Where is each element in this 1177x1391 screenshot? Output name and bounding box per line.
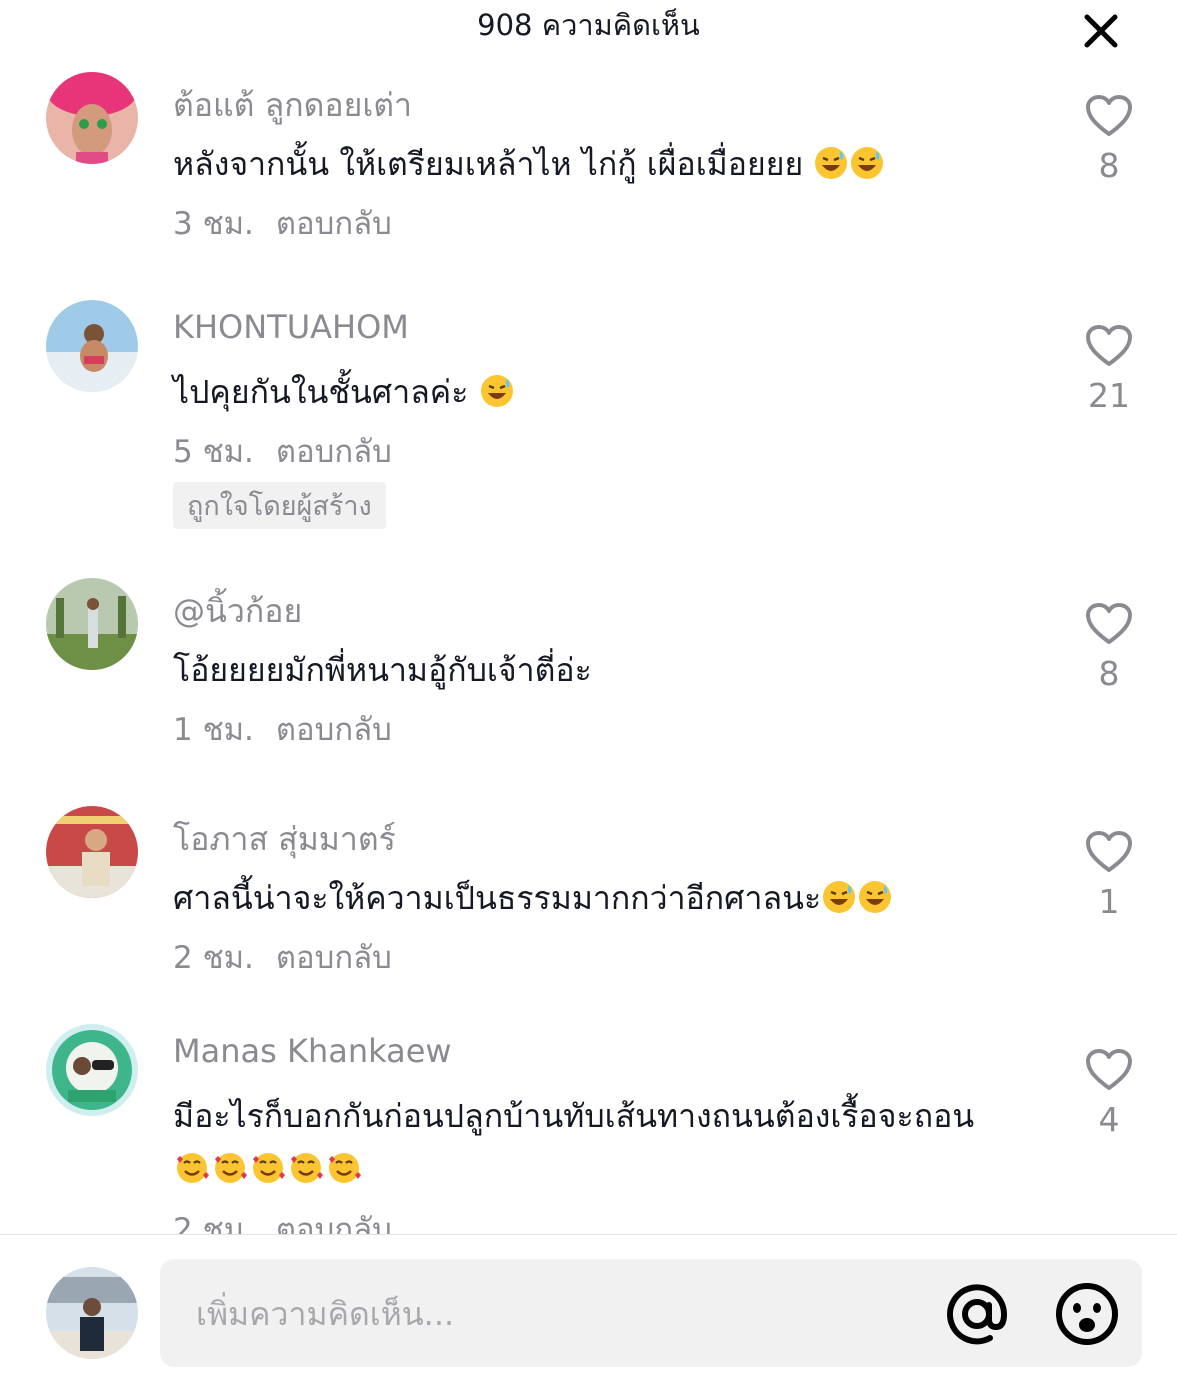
reply-button[interactable]: ตอบกลับ — [276, 712, 392, 748]
grinning-sweat-emoji-icon — [823, 881, 856, 913]
at-sign-icon — [947, 1284, 1008, 1345]
grinning-sweat-emoji-icon — [859, 881, 892, 913]
my-avatar — [46, 1267, 138, 1359]
like-button[interactable]: 4 — [1080, 1048, 1138, 1139]
comment-username[interactable]: @นิ้วก้อย — [173, 586, 302, 637]
comment-time: 5 ชม. — [173, 434, 254, 470]
smiling-hearts-emoji-icon — [177, 1153, 209, 1183]
smiling-hearts-emoji-icon — [215, 1153, 247, 1183]
comment-body: มีอะไรก็บอกกันก่อนปลูกบ้านทับเส้นทางถนนต… — [173, 1097, 975, 1135]
like-button[interactable]: 1 — [1080, 830, 1138, 921]
comment-meta: 2 ชม. ตอบกลับ — [173, 1204, 392, 1234]
smiling-hearts-emoji-icon — [291, 1153, 323, 1183]
like-button[interactable]: 8 — [1080, 94, 1138, 185]
smiling-hearts-emoji-icon — [253, 1153, 285, 1183]
liked-by-creator-badge: ถูกใจโดยผู้สร้าง — [173, 482, 386, 529]
comment-time: 2 ชม. — [173, 940, 254, 976]
avatar[interactable] — [46, 1024, 138, 1116]
comment-input-box — [160, 1259, 1142, 1367]
heart-icon — [1086, 603, 1132, 644]
comment-count-title: 908 ความคิดเห็น — [477, 8, 700, 42]
heart-icon — [1086, 1049, 1132, 1090]
smiley-icon — [1056, 1283, 1118, 1345]
comment-username[interactable]: Manas Khankaew — [173, 1032, 452, 1070]
comment-text: ศาลนี้น่าจะให้ความเป็นธรรมมากกว่าอีกศาลน… — [173, 872, 1033, 924]
comments-header: 908 ความคิดเห็น — [0, 0, 1177, 50]
comment-username[interactable]: ต้อแต้ ลูกดอยเต่า — [173, 80, 412, 131]
grinning-sweat-emoji-icon — [815, 147, 848, 179]
comment-time: 1 ชม. — [173, 712, 254, 748]
heart-icon — [1086, 831, 1132, 872]
comment-meta: 5 ชม. ตอบกลับ — [173, 426, 392, 476]
mention-button[interactable] — [944, 1281, 1010, 1347]
like-count: 1 — [1098, 882, 1120, 921]
comment-username[interactable]: โอภาส สุ่มมาตร์ — [173, 814, 396, 865]
comment-time: 3 ชม. — [173, 206, 254, 242]
comment-text: มีอะไรก็บอกกันก่อนปลูกบ้านทับเส้นทางถนนต… — [173, 1090, 1033, 1194]
like-count: 21 — [1088, 376, 1130, 415]
heart-icon — [1086, 95, 1132, 136]
smiling-hearts-emoji-icon — [329, 1153, 361, 1183]
like-button[interactable]: 8 — [1080, 602, 1138, 693]
avatar[interactable] — [46, 806, 138, 898]
close-button[interactable] — [1078, 8, 1124, 54]
close-icon — [1084, 14, 1118, 48]
comment-body: หลังจากนั้น ให้เตรียมเหล้าไห ไก่กู้ เผื่… — [173, 145, 804, 183]
like-count: 4 — [1098, 1100, 1120, 1139]
comment-username[interactable]: KHONTUAHOM — [173, 308, 409, 346]
comment-meta: 2 ชม. ตอบกลับ — [173, 932, 392, 982]
comment-body: ศาลนี้น่าจะให้ความเป็นธรรมมากกว่าอีกศาลน… — [173, 879, 822, 917]
comment-text: โอ้ยยยยมักพี่หนามอู้กับเจ้าตี่อ่ะ — [173, 644, 1033, 696]
comment-meta: 3 ชม. ตอบกลับ — [173, 198, 392, 248]
like-button[interactable]: 21 — [1080, 324, 1138, 415]
avatar[interactable] — [46, 578, 138, 670]
reply-button[interactable]: ตอบกลับ — [276, 1212, 392, 1234]
comment-list[interactable]: ต้อแต้ ลูกดอยเต่า หลังจากนั้น ให้เตรียมเ… — [0, 62, 1177, 1234]
avatar[interactable] — [46, 300, 138, 392]
comment-body: ไปคุยกันในชั้นศาลค่ะ — [173, 373, 479, 411]
comment-text: ไปคุยกันในชั้นศาลค่ะ — [173, 366, 1033, 418]
comment-text: หลังจากนั้น ให้เตรียมเหล้าไห ไก่กู้ เผื่… — [173, 138, 1033, 190]
grinning-sweat-emoji-icon — [851, 147, 884, 179]
comment-composer — [0, 1234, 1177, 1391]
like-count: 8 — [1098, 146, 1120, 185]
reply-button[interactable]: ตอบกลับ — [276, 940, 392, 976]
comment-meta: 1 ชม. ตอบกลับ — [173, 704, 392, 754]
reply-button[interactable]: ตอบกลับ — [276, 434, 392, 470]
comment-input[interactable] — [194, 1285, 898, 1343]
heart-icon — [1086, 325, 1132, 366]
grinning-sweat-emoji-icon — [480, 375, 513, 407]
comment-time: 2 ชม. — [173, 1212, 254, 1234]
reply-button[interactable]: ตอบกลับ — [276, 206, 392, 242]
like-count: 8 — [1098, 654, 1120, 693]
avatar[interactable] — [46, 72, 138, 164]
comment-body: โอ้ยยยยมักพี่หนามอู้กับเจ้าตี่อ่ะ — [173, 651, 592, 689]
emoji-button[interactable] — [1054, 1281, 1120, 1347]
